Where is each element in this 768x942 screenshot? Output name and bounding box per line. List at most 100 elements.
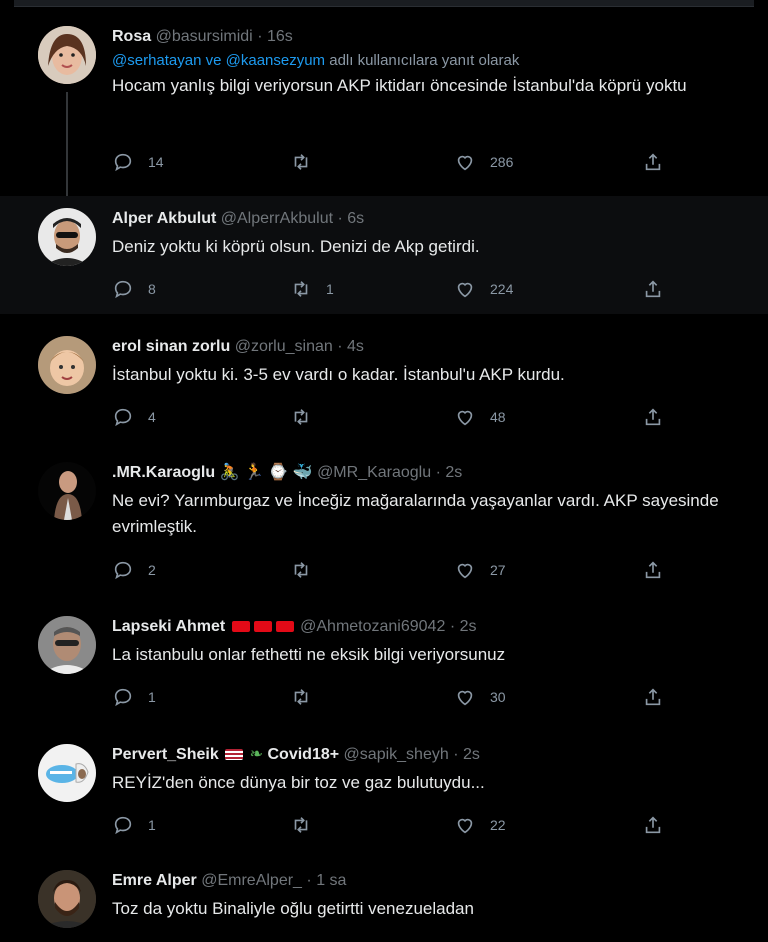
reply-icon <box>114 153 132 172</box>
tweet-header: Pervert_Sheik ❧ Covid18+ @sapik_sheyh · … <box>112 744 728 766</box>
tweet-text: Toz da yoktu Binaliyle oğlu getirtti ven… <box>112 899 474 918</box>
retweet-button[interactable] <box>290 814 312 836</box>
reply-button[interactable]: 1 <box>112 686 156 708</box>
display-name[interactable]: erol sinan zorlu <box>112 338 230 355</box>
action-bar: 14 286 <box>112 151 672 175</box>
display-name[interactable]: Rosa <box>112 28 151 45</box>
avatar[interactable] <box>38 26 96 84</box>
top-divider <box>14 0 754 7</box>
tweet[interactable]: Rosa @basursimidi · 16s @serhatayan ve @… <box>0 14 768 196</box>
like-icon <box>457 818 473 834</box>
like-count: 224 <box>490 281 514 297</box>
reply-count: 1 <box>148 689 156 705</box>
tweet[interactable]: .MR.Karaoglu 🚴 🏃 ⌚ 🐳 @MR_Karaoglu · 2s N… <box>0 452 768 592</box>
display-name[interactable]: .MR.Karaoglu <box>112 464 215 481</box>
timestamp[interactable]: 1 sa <box>316 872 346 889</box>
like-icon <box>457 155 473 171</box>
tweet[interactable]: Emre Alper @EmreAlper_ · 1 sa Toz da yok… <box>0 862 768 942</box>
like-button[interactable]: 48 <box>454 406 506 428</box>
avatar[interactable] <box>38 616 96 674</box>
separator: · <box>449 618 456 635</box>
user-handle[interactable]: @sapik_sheyh <box>344 746 449 763</box>
retweet-icon <box>294 817 308 833</box>
retweet-button[interactable]: 1 <box>290 278 334 300</box>
avatar[interactable] <box>38 208 96 266</box>
share-button[interactable] <box>642 814 664 836</box>
share-icon <box>645 153 661 171</box>
like-button[interactable]: 30 <box>454 686 506 708</box>
user-handle[interactable]: @MR_Karaoglu <box>317 464 431 481</box>
like-button[interactable]: 22 <box>454 814 506 836</box>
action-bar: 2 27 <box>112 559 672 583</box>
tweet[interactable]: Pervert_Sheik ❧ Covid18+ @sapik_sheyh · … <box>0 734 768 854</box>
reply-button[interactable]: 14 <box>112 151 164 173</box>
us-flag-icon <box>225 749 244 761</box>
tweet-header: Alper Akbulut @AlperrAkbulut · 6s <box>112 208 728 230</box>
reply-context: @serhatayan ve @kaansezyum adlı kullanıc… <box>112 52 728 69</box>
action-bar: 8 1 224 <box>112 278 672 302</box>
like-icon <box>457 563 473 579</box>
display-name[interactable]: Emre Alper <box>112 872 197 889</box>
avatar[interactable] <box>38 744 96 802</box>
user-handle[interactable]: @zorlu_sinan <box>235 338 333 355</box>
tweet-header: Emre Alper @EmreAlper_ · 1 sa <box>112 870 728 892</box>
share-button[interactable] <box>642 406 664 428</box>
like-icon <box>457 690 473 706</box>
timestamp[interactable]: 6s <box>347 210 364 227</box>
display-name-suffix: Covid18+ <box>267 746 340 763</box>
retweet-icon <box>294 689 308 705</box>
like-icon <box>457 282 473 298</box>
like-count: 22 <box>490 817 506 833</box>
display-name[interactable]: Pervert_Sheik <box>112 746 219 763</box>
user-handle[interactable]: @Ahmetozani69042 <box>300 618 445 635</box>
display-name[interactable]: Lapseki Ahmet <box>112 618 225 635</box>
timestamp[interactable]: 2s <box>460 618 477 635</box>
retweet-button[interactable] <box>290 151 326 173</box>
like-button[interactable]: 224 <box>454 278 513 300</box>
avatar[interactable] <box>38 462 96 520</box>
user-handle[interactable]: @EmreAlper_ <box>201 872 302 889</box>
share-button[interactable] <box>642 559 664 581</box>
action-bar: 1 30 <box>112 686 672 710</box>
tweet[interactable]: Lapseki Ahmet @Ahmetozani69042 · 2s La i… <box>0 606 768 722</box>
reply-icon <box>114 816 132 835</box>
display-name[interactable]: Alper Akbulut <box>112 210 216 227</box>
retweet-button[interactable] <box>290 686 312 708</box>
name-emoji: 🚴 🏃 ⌚ 🐳 <box>219 464 313 481</box>
share-icon <box>645 408 661 426</box>
reply-mentions[interactable]: @serhatayan ve @kaansezyum <box>112 52 325 69</box>
tweet-header: Lapseki Ahmet @Ahmetozani69042 · 2s <box>112 616 728 638</box>
tweet[interactable]: Alper Akbulut @AlperrAkbulut · 6s Deniz … <box>0 196 768 314</box>
retweet-button[interactable] <box>290 406 312 428</box>
reply-count: 2 <box>148 562 156 578</box>
action-bar: 4 48 <box>112 406 672 430</box>
like-button[interactable]: 27 <box>454 559 506 581</box>
reply-icon <box>114 688 132 707</box>
reply-icon <box>114 280 132 299</box>
share-button[interactable] <box>642 686 664 708</box>
separator: · <box>453 746 459 763</box>
timestamp[interactable]: 4s <box>347 338 364 355</box>
timestamp[interactable]: 2s <box>463 746 480 763</box>
reply-button[interactable]: 2 <box>112 559 156 581</box>
share-icon <box>645 816 661 834</box>
reply-button[interactable]: 4 <box>112 406 156 428</box>
user-handle[interactable]: @AlperrAkbulut <box>221 210 333 227</box>
timestamp[interactable]: 2s <box>445 464 462 481</box>
avatar[interactable] <box>38 870 96 928</box>
retweet-icon <box>294 154 308 170</box>
like-count: 27 <box>490 562 506 578</box>
reply-button[interactable]: 1 <box>112 814 156 836</box>
timestamp[interactable]: 16s <box>267 28 293 45</box>
retweet-button[interactable] <box>290 559 312 581</box>
separator: · <box>435 464 441 481</box>
reply-button[interactable]: 8 <box>112 278 156 300</box>
avatar[interactable] <box>38 336 96 394</box>
user-handle[interactable]: @basursimidi <box>156 28 253 45</box>
share-button[interactable] <box>642 151 664 173</box>
share-icon <box>645 688 661 706</box>
reply-icon <box>114 561 132 580</box>
tweet[interactable]: erol sinan zorlu @zorlu_sinan · 4s İstan… <box>0 326 768 442</box>
share-button[interactable] <box>642 278 664 300</box>
like-button[interactable]: 286 <box>454 151 513 173</box>
